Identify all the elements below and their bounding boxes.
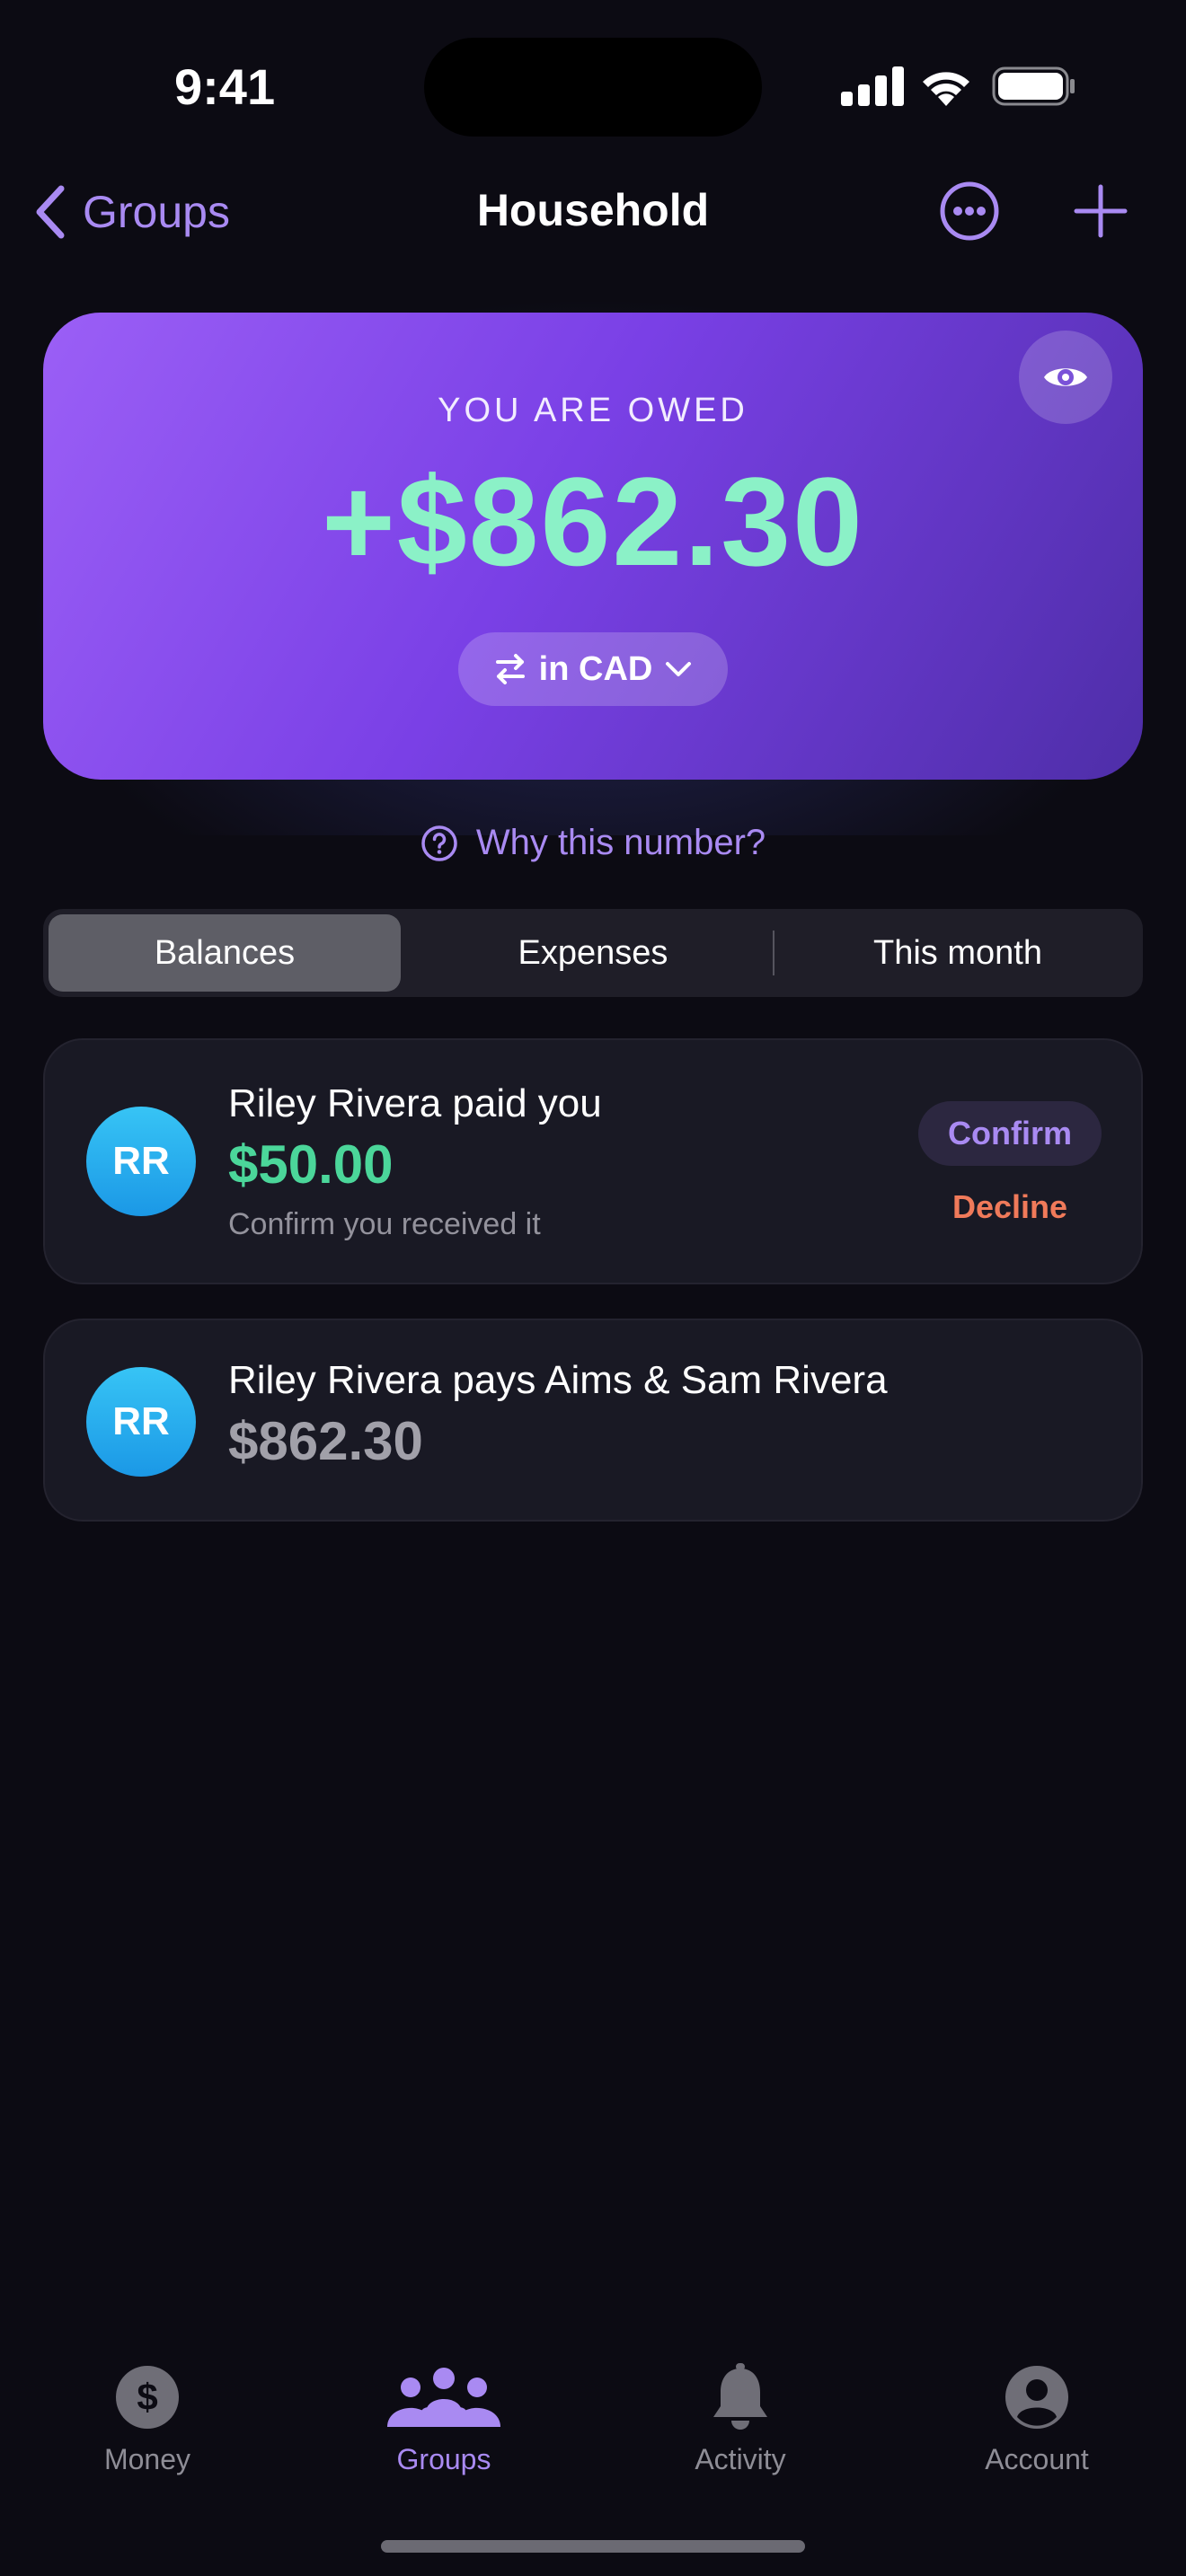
tab-account[interactable]: Account [938,2360,1136,2504]
card-amount: $50.00 [228,1134,394,1195]
payment-confirmation-card: RR Riley Rivera paid you $50.00 Confirm … [43,1038,1143,1284]
card-amount: $862.30 [228,1411,423,1471]
tab-label: Activity [695,2443,786,2475]
more-options-button[interactable] [938,180,1001,243]
segmented-control: Balances Expenses This month [43,909,1143,997]
plus-icon [1074,184,1128,238]
avatar: RR [86,1107,196,1216]
svg-text:$: $ [137,2376,157,2418]
person-circle-icon [1005,2366,1068,2429]
card-title: Riley Rivera pays Aims & Sam Rivera [228,1358,888,1402]
swap-icon [495,654,525,684]
page-title: Household [476,185,710,235]
dollar-circle-icon: $ [116,2366,179,2429]
currency-selector[interactable]: in CAD [458,632,728,706]
card-title: Riley Rivera paid you [228,1081,602,1125]
chevron-down-icon [666,662,692,676]
segment-this-month[interactable]: This month [778,909,1137,997]
home-indicator [381,2540,805,2553]
more-icon [940,181,999,241]
card-subtitle: Confirm you received it [228,1207,541,1241]
add-button[interactable] [1069,180,1132,243]
segment-balances[interactable]: Balances [49,909,401,997]
tab-label: Account [985,2443,1089,2475]
why-this-number-link[interactable]: Why this number? [0,823,1186,863]
currency-label: in CAD [538,649,653,688]
battery-icon [992,66,1075,106]
balance-card: YOU ARE OWED +$862.30 in CAD [43,313,1143,780]
question-circle-icon [421,825,457,861]
confirm-button[interactable]: Confirm [918,1101,1102,1166]
status-time: 9:41 [174,58,276,115]
tab-label: Groups [396,2443,491,2475]
decline-button[interactable]: Decline [918,1175,1102,1239]
tab-groups[interactable]: Groups [345,2360,543,2504]
tab-label: Money [103,2443,191,2475]
balance-amount: +$862.30 [322,451,864,592]
balance-label: YOU ARE OWED [438,392,748,429]
tab-money[interactable]: $ Money [49,2360,246,2504]
bell-icon [713,2363,767,2430]
why-label: Why this number? [475,823,766,862]
cellular-signal-icon [841,66,904,106]
settlement-card[interactable]: RR Riley Rivera pays Aims & Sam Rivera $… [43,1319,1143,1522]
segment-expenses[interactable]: Expenses [413,909,773,997]
people-icon [387,2368,500,2427]
wifi-icon [923,72,969,106]
eye-icon [1044,368,1087,386]
dynamic-island [424,38,762,137]
status-bar: 9:41 [0,0,1186,171]
segment-divider [773,931,774,975]
avatar: RR [86,1367,196,1477]
tab-activity[interactable]: Activity [642,2360,839,2504]
